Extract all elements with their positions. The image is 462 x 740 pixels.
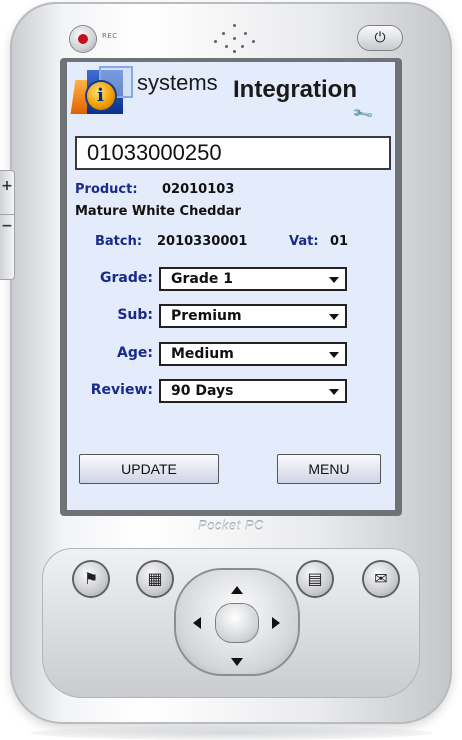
product-label: Product: xyxy=(75,182,138,197)
volume-divider xyxy=(0,214,14,215)
product-code: 02010103 xyxy=(162,182,235,197)
sub-value: Premium xyxy=(171,308,242,324)
windows-flag-icon: ⚑ xyxy=(83,569,99,588)
review-value: 90 Days xyxy=(171,383,234,399)
nav-right-icon[interactable] xyxy=(272,617,280,629)
systems-integration-logo: i xyxy=(70,66,133,118)
contacts-icon: ▤ xyxy=(307,569,323,588)
age-label: Age: xyxy=(117,345,153,361)
age-value: Medium xyxy=(171,346,234,362)
pocket-pc-logo: Pocket PC xyxy=(198,518,264,533)
grade-label: Grade: xyxy=(100,270,153,286)
rec-label: REC xyxy=(102,32,118,40)
chevron-down-icon xyxy=(329,314,339,320)
record-button[interactable] xyxy=(70,26,96,52)
chevron-down-icon xyxy=(329,277,339,283)
review-label: Review: xyxy=(90,382,153,398)
chevron-down-icon xyxy=(329,352,339,358)
power-icon: ⏻ xyxy=(374,30,386,46)
envelope-icon: ✉ xyxy=(374,569,388,588)
nav-select-button[interactable] xyxy=(216,604,258,642)
device-reflection xyxy=(30,726,432,740)
app-screen: i systems Integration 🔧 Product: 0201010… xyxy=(67,62,395,510)
menu-button[interactable]: MENU xyxy=(277,454,381,484)
batch-value: 2010330001 xyxy=(157,234,248,249)
nav-left-icon[interactable] xyxy=(193,617,201,629)
volume-down-button[interactable]: − xyxy=(0,218,14,234)
calendar-icon: ▦ xyxy=(147,569,163,588)
review-select[interactable]: 90 Days xyxy=(159,379,347,403)
wrench-icon[interactable]: 🔧 xyxy=(351,102,376,127)
sub-label: Sub: xyxy=(117,307,153,323)
nav-up-icon[interactable] xyxy=(231,586,243,594)
update-button[interactable]: UPDATE xyxy=(79,454,219,484)
chevron-down-icon xyxy=(329,389,339,395)
product-name: Mature White Cheddar xyxy=(75,204,241,219)
grade-value: Grade 1 xyxy=(171,271,233,287)
calendar-button[interactable]: ▦ xyxy=(138,562,172,596)
speaker-grille xyxy=(212,24,258,54)
vat-value: 01 xyxy=(330,234,349,249)
brand-integration: Integration xyxy=(233,76,357,103)
sub-select[interactable]: Premium xyxy=(159,304,347,328)
contacts-button[interactable]: ▤ xyxy=(298,562,332,596)
brand-systems: systems xyxy=(137,70,218,95)
inbox-button[interactable]: ✉ xyxy=(364,562,398,596)
power-button[interactable]: ⏻ xyxy=(358,26,402,50)
nav-down-icon[interactable] xyxy=(231,658,243,666)
volume-up-button[interactable]: + xyxy=(0,178,14,194)
record-icon xyxy=(78,34,88,44)
batch-label: Batch: xyxy=(95,234,143,249)
age-select[interactable]: Medium xyxy=(159,342,347,366)
start-button[interactable]: ⚑ xyxy=(74,562,108,596)
grade-select[interactable]: Grade 1 xyxy=(159,267,347,291)
barcode-input[interactable] xyxy=(75,136,391,170)
vat-label: Vat: xyxy=(289,234,319,249)
